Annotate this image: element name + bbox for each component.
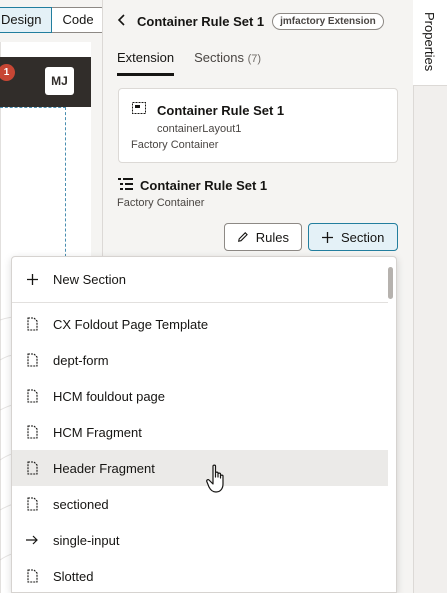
design-code-toggle: Design Code — [0, 7, 102, 33]
container-card[interactable]: Container Rule Set 1 containerLayout1 Fa… — [118, 88, 398, 163]
container-id: containerLayout1 — [157, 123, 242, 135]
selection-outline-top — [0, 107, 66, 108]
rule-set-type: Factory Container — [117, 197, 205, 209]
container-icon — [132, 102, 146, 114]
menu-item[interactable]: HCM Fragment — [12, 414, 388, 450]
code-toggle-button[interactable]: Code — [52, 7, 102, 33]
tab-sections-label: Sections — [194, 50, 244, 65]
page-icon — [25, 317, 39, 331]
plus-icon — [25, 273, 39, 286]
section-dropdown-menu: New Section CX Foldout Page Template dep… — [11, 256, 397, 593]
dropdown-scrollbar[interactable] — [388, 267, 393, 299]
extension-badge: jmfactory Extension — [272, 13, 384, 30]
pencil-icon — [237, 232, 248, 242]
design-toggle-button[interactable]: Design — [0, 7, 53, 33]
avatar[interactable]: MJ — [45, 67, 74, 95]
add-section-button-label: Section — [341, 229, 385, 245]
menu-item-label: Slotted — [53, 568, 94, 584]
menu-item-label: HCM Fragment — [53, 424, 142, 440]
menu-item-label: CX Foldout Page Template — [53, 316, 209, 332]
page-icon — [25, 389, 39, 403]
panel-tabs: Extension Sections (7) — [117, 50, 261, 76]
page-icon — [25, 497, 39, 511]
menu-item-label: Header Fragment — [53, 460, 155, 476]
panel-header: Container Rule Set 1 jmfactory Extension — [117, 13, 384, 30]
container-type: Factory Container — [131, 139, 219, 151]
container-name: Container Rule Set 1 — [157, 103, 285, 118]
properties-side-tab-label: Properties — [422, 12, 437, 72]
page-icon — [25, 353, 39, 367]
selection-outline-right — [65, 107, 66, 267]
tab-extension-label: Extension — [117, 50, 175, 65]
menu-item[interactable]: HCM fouldout page — [12, 378, 388, 414]
rules-button[interactable]: Rules — [224, 223, 302, 251]
page-icon — [25, 461, 39, 475]
properties-side-tab[interactable]: Properties — [413, 0, 447, 86]
menu-item[interactable]: dept-form — [12, 342, 388, 378]
arrow-right-icon — [25, 535, 39, 545]
new-section-label: New Section — [53, 272, 126, 287]
menu-item[interactable]: sectioned — [12, 486, 388, 522]
menu-item[interactable]: Slotted — [12, 558, 388, 592]
menu-item-hovered[interactable]: Header Fragment — [12, 450, 388, 486]
side-tab-strip: Properties — [413, 0, 447, 593]
menu-item[interactable]: CX Foldout Page Template — [12, 306, 388, 342]
tab-sections[interactable]: Sections (7) — [194, 50, 261, 76]
back-chevron-icon[interactable] — [117, 13, 129, 30]
page-icon — [25, 425, 39, 439]
panel-title: Container Rule Set 1 — [137, 14, 265, 29]
rules-button-label: Rules — [255, 229, 289, 245]
rule-set-name: Container Rule Set 1 — [140, 178, 268, 193]
page-icon — [25, 569, 39, 583]
menu-item-label: dept-form — [53, 352, 109, 368]
menu-item-label: sectioned — [53, 496, 109, 512]
menu-item[interactable]: single-input — [12, 522, 388, 558]
rule-set-icon — [118, 178, 133, 190]
menu-item-label: HCM fouldout page — [53, 388, 166, 404]
hand-cursor-icon — [206, 464, 224, 493]
new-section-menu-item[interactable]: New Section — [12, 257, 388, 303]
tab-sections-count: (7) — [247, 53, 262, 65]
add-section-button[interactable]: Section — [308, 223, 398, 251]
tab-extension[interactable]: Extension — [117, 50, 175, 76]
menu-item-label: single-input — [53, 532, 120, 548]
plus-icon — [322, 231, 333, 243]
